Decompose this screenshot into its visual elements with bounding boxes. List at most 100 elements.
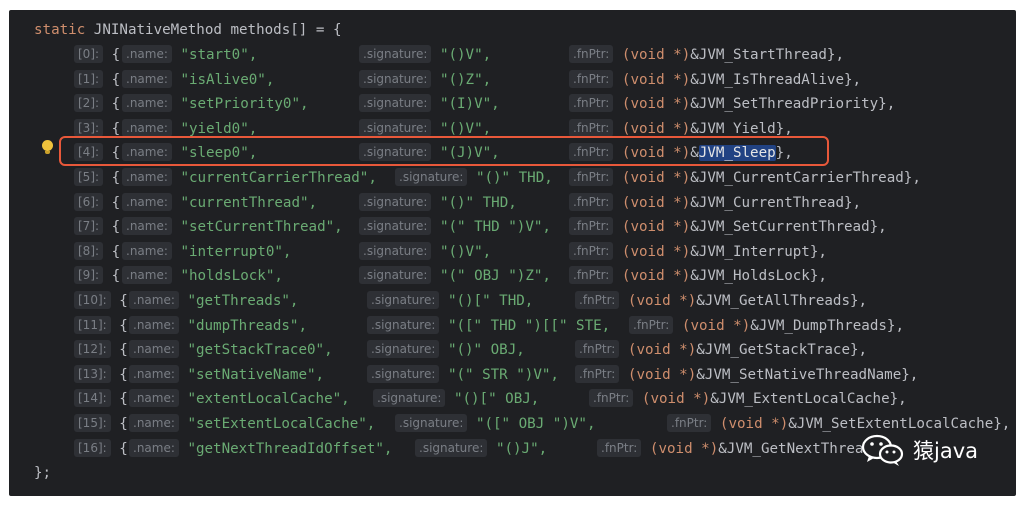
cast: (void *)	[621, 268, 691, 284]
entry-signature: .signature: "()" THD,	[395, 167, 553, 189]
entry-name: .name: "setExtentLocalCache",	[129, 413, 375, 435]
fnptr-value: &JVM_StartThread},	[690, 47, 844, 63]
entry-index: [1]: {	[74, 69, 120, 91]
code-line-closing: };	[34, 465, 52, 481]
entry-signature: .signature: "()J",	[415, 438, 547, 460]
index-hint: [8]:	[74, 242, 104, 260]
entry-name: .name: "extentLocalCache",	[129, 388, 350, 410]
name-value: "interrupt0",	[180, 244, 292, 260]
fnptr-value: &JVM_IsThreadAlive},	[690, 72, 862, 88]
name-hint: .name:	[122, 70, 172, 88]
index-hint: [15]:	[74, 414, 111, 432]
signature-value: "()V",	[439, 244, 492, 260]
name-value: "yield0",	[180, 121, 258, 137]
entry-index: [14]: {	[74, 388, 128, 410]
signature-hint: .signature:	[367, 340, 440, 358]
cast: (void *)	[649, 441, 719, 457]
entry-signature: .signature: "()" THD,	[359, 192, 517, 214]
fnptr-value: &JVM_Interrupt},	[690, 244, 827, 260]
entry-fnptr: .fnPtr: (void *)&JVM_Interrupt},	[569, 241, 827, 263]
code-area[interactable]: static JNINativeMethod methods[] = { }; …	[9, 10, 1016, 496]
index-hint: [5]:	[74, 168, 104, 186]
signature-value: "(" OBJ ")Z",	[439, 268, 551, 284]
signature-hint: .signature:	[359, 266, 432, 284]
name-hint: .name:	[129, 316, 179, 334]
name-hint: .name:	[129, 439, 179, 457]
fnptr-hint: .fnPtr:	[569, 217, 614, 235]
name-value: "holdsLock",	[180, 268, 283, 284]
index-hint: [7]:	[74, 217, 104, 235]
entry-index: [6]: {	[74, 192, 120, 214]
entry-fnptr: .fnPtr: (void *)&JVM_SetCurrentThread},	[569, 216, 887, 238]
name-hint: .name:	[122, 266, 172, 284]
signature-value: "()Z",	[439, 72, 492, 88]
signature-value: "([" THD ")[[" STE,	[447, 318, 611, 334]
signature-hint: .signature:	[359, 70, 432, 88]
signature-hint: .signature:	[367, 291, 440, 309]
index-hint: [6]:	[74, 193, 104, 211]
entry-name: .name: "setPriority0",	[122, 93, 309, 115]
index-hint: [3]:	[74, 119, 104, 137]
fnptr-value: &JVM_CurrentThread},	[690, 195, 862, 211]
fnptr-hint: .fnPtr:	[569, 119, 614, 137]
fnptr-hint: .fnPtr:	[575, 291, 620, 309]
index-hint: [13]:	[74, 365, 111, 383]
entry-name: .name: "start0",	[122, 44, 257, 66]
code-editor[interactable]: static JNINativeMethod methods[] = { }; …	[9, 10, 1016, 496]
entry-fnptr: .fnPtr: (void *)&JVM_ExtentLocalCache},	[589, 388, 907, 410]
name-value: "currentThread",	[180, 195, 318, 211]
index-hint: [9]:	[74, 266, 104, 284]
entry-fnptr: .fnPtr: (void *)&JVM_SetThreadPriority},	[569, 93, 895, 115]
cast: (void *)	[621, 47, 691, 63]
entry-signature: .signature: "()V",	[359, 241, 491, 263]
entry-signature: .signature: "()" OBJ,	[367, 339, 525, 361]
watermark-text: 猿java	[913, 439, 978, 463]
cast: (void *)	[621, 72, 691, 88]
lightbulb-icon[interactable]	[42, 140, 53, 154]
name-value: "setNativeName",	[187, 367, 325, 383]
signature-hint: .signature:	[359, 242, 432, 260]
signature-value: "()" THD,	[439, 195, 517, 211]
entry-fnptr: .fnPtr: (void *)&JVM_StartThread},	[569, 44, 844, 66]
signature-hint: .signature:	[359, 193, 432, 211]
type-name: JNINativeMethod	[93, 22, 222, 38]
entry-fnptr: .fnPtr: (void *)&JVM_GetNextThrea	[597, 438, 863, 460]
name-value: "getThreads",	[187, 293, 299, 309]
fnptr-hint: .fnPtr:	[569, 94, 614, 112]
fnptr-value: &JVM_ExtentLocalCache},	[710, 391, 907, 407]
signature-value: "(" STR ")V",	[447, 367, 559, 383]
entry-fnptr: .fnPtr: (void *)&JVM_DumpThreads},	[629, 315, 904, 337]
name-hint: .name:	[129, 414, 179, 432]
name-value: "dumpThreads",	[187, 318, 308, 334]
fnptr-hint: .fnPtr:	[569, 266, 614, 284]
signature-hint: .signature:	[367, 316, 440, 334]
fnptr-value: &JVM_GetNextThrea	[718, 441, 864, 457]
name-hint: .name:	[129, 389, 179, 407]
name-hint: .name:	[122, 217, 172, 235]
entry-signature: .signature: "([" THD ")[[" STE,	[367, 315, 610, 337]
cast: (void *)	[621, 219, 691, 235]
entry-signature: .signature: "(" STR ")V",	[367, 364, 559, 386]
signature-hint: .signature:	[395, 168, 468, 186]
entry-name: .name: "setNativeName",	[129, 364, 324, 386]
entry-signature: .signature: "(I)V",	[359, 93, 500, 115]
fnptr-hint: .fnPtr:	[569, 193, 614, 211]
fnptr-hint: .fnPtr:	[575, 365, 620, 383]
name-value: "isAlive0",	[180, 72, 275, 88]
cast: (void *)	[627, 293, 697, 309]
name-value: "extentLocalCache",	[187, 391, 350, 407]
fnptr-value: &JVM_SetCurrentThread},	[690, 219, 887, 235]
entry-fnptr: .fnPtr: (void *)&JVM_HoldsLock},	[569, 265, 827, 287]
entry-index: [12]: {	[74, 339, 128, 361]
index-hint: [14]:	[74, 389, 111, 407]
entry-index: [5]: {	[74, 167, 120, 189]
fnptr-hint: .fnPtr:	[569, 45, 614, 63]
fnptr-hint: .fnPtr:	[569, 168, 614, 186]
signature-value: "()[" OBJ,	[453, 391, 540, 407]
name-hint: .name:	[129, 340, 179, 358]
wechat-icon	[861, 434, 904, 466]
cast: (void *)	[621, 121, 691, 137]
entry-fnptr: .fnPtr: (void *)&JVM_IsThreadAlive},	[569, 69, 861, 91]
signature-value: "()V",	[439, 47, 492, 63]
fnptr-value: &JVM_SetNativeThreadName},	[696, 367, 919, 383]
